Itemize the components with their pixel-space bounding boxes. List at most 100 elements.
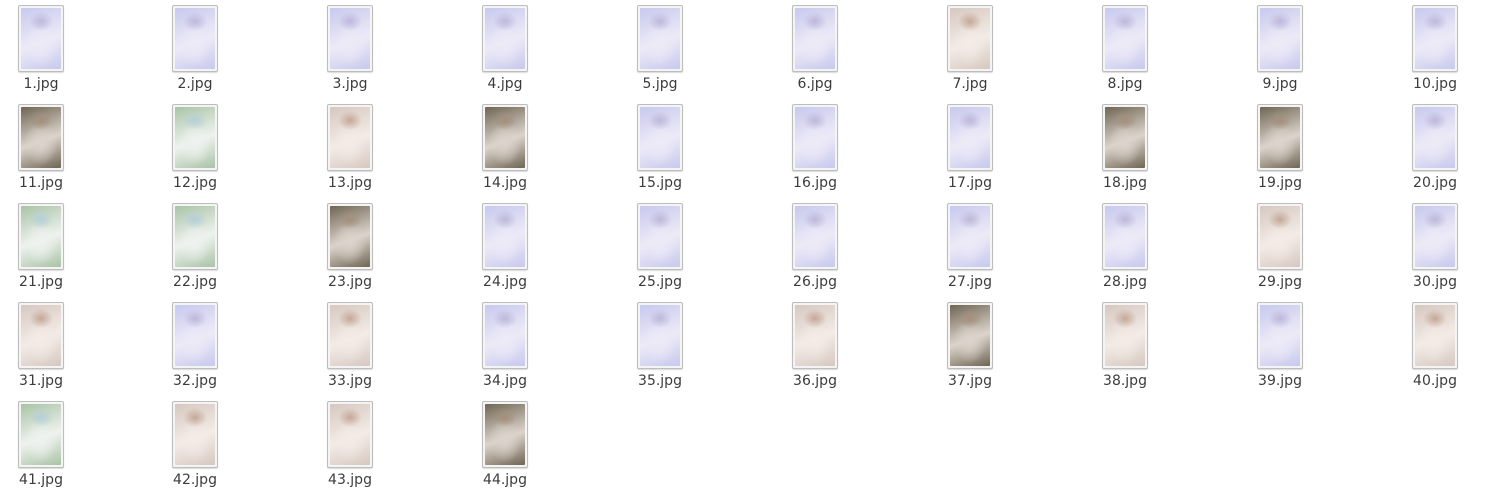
file-thumbnail <box>1257 302 1303 369</box>
file-thumbnail <box>792 302 838 369</box>
file-item[interactable]: 8.jpg <box>1075 0 1175 96</box>
file-thumbnail <box>327 203 373 270</box>
file-name: 13.jpg <box>328 175 372 191</box>
file-item[interactable]: 20.jpg <box>1385 99 1485 195</box>
image-thumbnail-icon <box>795 206 835 267</box>
file-item[interactable]: 3.jpg <box>300 0 400 96</box>
file-item[interactable]: 30.jpg <box>1385 198 1485 294</box>
file-item[interactable]: 36.jpg <box>765 297 865 393</box>
file-item[interactable]: 44.jpg <box>455 396 555 492</box>
file-name: 18.jpg <box>1103 175 1147 191</box>
file-item[interactable]: 6.jpg <box>765 0 865 96</box>
file-name: 12.jpg <box>173 175 217 191</box>
file-thumbnail <box>327 5 373 72</box>
image-thumbnail-icon <box>1260 206 1300 267</box>
file-item[interactable]: 43.jpg <box>300 396 400 492</box>
file-item[interactable]: 12.jpg <box>145 99 245 195</box>
image-thumbnail-icon <box>1105 8 1145 69</box>
file-name: 2.jpg <box>177 76 213 92</box>
file-thumbnail <box>1412 302 1458 369</box>
file-thumbnail <box>482 401 528 468</box>
file-thumbnail <box>1102 203 1148 270</box>
file-thumbnail <box>637 203 683 270</box>
file-item[interactable]: 2.jpg <box>145 0 245 96</box>
file-name: 19.jpg <box>1258 175 1302 191</box>
file-item[interactable]: 5.jpg <box>610 0 710 96</box>
image-thumbnail-icon <box>1260 107 1300 168</box>
file-item[interactable]: 42.jpg <box>145 396 245 492</box>
image-thumbnail-icon <box>1105 206 1145 267</box>
file-item[interactable]: 33.jpg <box>300 297 400 393</box>
file-item[interactable]: 27.jpg <box>920 198 1020 294</box>
image-thumbnail-icon <box>21 404 61 465</box>
file-item[interactable]: 9.jpg <box>1230 0 1330 96</box>
image-thumbnail-icon <box>21 107 61 168</box>
file-thumbnail <box>482 5 528 72</box>
image-thumbnail-icon <box>485 206 525 267</box>
file-item[interactable]: 13.jpg <box>300 99 400 195</box>
file-item[interactable]: 35.jpg <box>610 297 710 393</box>
file-thumbnail <box>1257 5 1303 72</box>
file-item[interactable]: 29.jpg <box>1230 198 1330 294</box>
file-name: 14.jpg <box>483 175 527 191</box>
image-thumbnail-icon <box>1105 107 1145 168</box>
image-thumbnail-icon <box>950 8 990 69</box>
file-item[interactable]: 1.jpg <box>0 0 91 96</box>
file-name: 34.jpg <box>483 373 527 389</box>
file-item[interactable]: 19.jpg <box>1230 99 1330 195</box>
file-name: 29.jpg <box>1258 274 1302 290</box>
image-thumbnail-icon <box>175 305 215 366</box>
file-thumbnail <box>1102 5 1148 72</box>
file-name: 26.jpg <box>793 274 837 290</box>
image-thumbnail-icon <box>330 8 370 69</box>
file-item[interactable]: 18.jpg <box>1075 99 1175 195</box>
file-item[interactable]: 28.jpg <box>1075 198 1175 294</box>
file-thumbnail <box>1412 203 1458 270</box>
file-item[interactable]: 40.jpg <box>1385 297 1485 393</box>
file-thumbnail <box>172 401 218 468</box>
image-thumbnail-icon <box>21 206 61 267</box>
file-thumbnail <box>327 302 373 369</box>
file-thumbnail <box>482 203 528 270</box>
file-item[interactable]: 4.jpg <box>455 0 555 96</box>
image-thumbnail-icon <box>175 404 215 465</box>
file-thumbnail <box>18 5 64 72</box>
file-name: 11.jpg <box>19 175 63 191</box>
file-item[interactable]: 37.jpg <box>920 297 1020 393</box>
file-item[interactable]: 14.jpg <box>455 99 555 195</box>
image-thumbnail-icon <box>795 305 835 366</box>
file-thumbnail <box>947 302 993 369</box>
file-item[interactable]: 22.jpg <box>145 198 245 294</box>
file-thumbnail <box>482 302 528 369</box>
file-item[interactable]: 10.jpg <box>1385 0 1485 96</box>
image-thumbnail-icon <box>795 8 835 69</box>
file-item[interactable]: 16.jpg <box>765 99 865 195</box>
image-thumbnail-icon <box>485 404 525 465</box>
file-thumbnail <box>1412 5 1458 72</box>
file-item[interactable]: 32.jpg <box>145 297 245 393</box>
file-thumbnail <box>172 302 218 369</box>
file-thumbnail <box>947 104 993 171</box>
file-item[interactable]: 34.jpg <box>455 297 555 393</box>
file-item[interactable]: 39.jpg <box>1230 297 1330 393</box>
file-name: 38.jpg <box>1103 373 1147 389</box>
file-item[interactable]: 15.jpg <box>610 99 710 195</box>
file-item[interactable]: 21.jpg <box>0 198 91 294</box>
file-item[interactable]: 41.jpg <box>0 396 91 492</box>
file-item[interactable]: 7.jpg <box>920 0 1020 96</box>
file-item[interactable]: 38.jpg <box>1075 297 1175 393</box>
file-name: 4.jpg <box>487 76 523 92</box>
file-thumbnail <box>1257 203 1303 270</box>
file-item[interactable]: 17.jpg <box>920 99 1020 195</box>
file-item[interactable]: 26.jpg <box>765 198 865 294</box>
image-thumbnail-icon <box>640 206 680 267</box>
file-item[interactable]: 24.jpg <box>455 198 555 294</box>
file-item[interactable]: 11.jpg <box>0 99 91 195</box>
file-name: 32.jpg <box>173 373 217 389</box>
file-name: 43.jpg <box>328 472 372 488</box>
file-item[interactable]: 23.jpg <box>300 198 400 294</box>
file-item[interactable]: 25.jpg <box>610 198 710 294</box>
image-thumbnail-icon <box>1415 8 1455 69</box>
file-name: 33.jpg <box>328 373 372 389</box>
file-item[interactable]: 31.jpg <box>0 297 91 393</box>
